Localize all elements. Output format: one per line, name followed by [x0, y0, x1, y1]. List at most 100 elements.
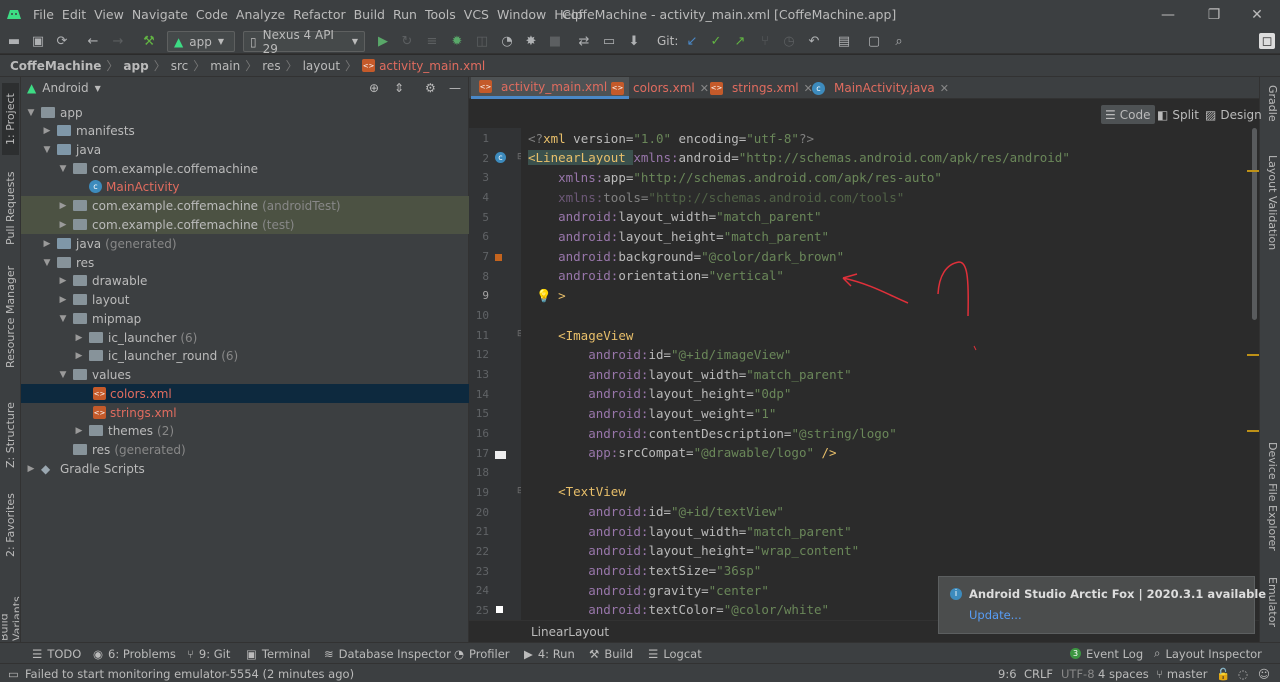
tab-run[interactable]: ▶ 4: Run	[524, 643, 575, 664]
chevron-right-icon[interactable]: ▶	[73, 351, 85, 361]
warning-marker[interactable]	[1247, 354, 1259, 356]
tab-colors-xml[interactable]: <> colors.xml ✕	[603, 77, 717, 99]
tree-item-themes[interactable]: ▶ themes (2)	[21, 421, 469, 440]
lock-icon[interactable]: 🔓	[1216, 664, 1230, 682]
chevron-down-icon[interactable]: ▼	[25, 108, 37, 118]
breadcrumb-src[interactable]: src	[171, 59, 189, 73]
menu-navigate[interactable]: Navigate	[132, 7, 194, 22]
tree-item-app[interactable]: ▼ app	[21, 103, 469, 122]
sync-icon[interactable]: ⟳	[54, 33, 70, 49]
tab-build-variants[interactable]: Build Variants	[2, 577, 19, 641]
breadcrumb-project[interactable]: CoffeMachine	[10, 59, 101, 73]
chevron-right-icon[interactable]: ▶	[41, 239, 53, 249]
status-toggle-icon[interactable]: ▭	[8, 664, 19, 682]
tree-item-java-generated[interactable]: ▶ java (generated)	[21, 234, 469, 253]
chevron-down-icon[interactable]: ▼	[95, 84, 101, 93]
tab-favorites[interactable]: 2: Favorites	[2, 487, 19, 563]
chevron-right-icon[interactable]: ▶	[57, 295, 69, 305]
close-button[interactable]: ✕	[1234, 0, 1280, 29]
profile-icon[interactable]: ◔	[499, 33, 515, 49]
menu-code[interactable]: Code	[196, 7, 234, 22]
tab-pull-requests[interactable]: Pull Requests	[2, 165, 19, 251]
chevron-right-icon[interactable]: ▶	[57, 201, 69, 211]
class-gutter-icon[interactable]: c	[495, 152, 506, 163]
gear-icon[interactable]: ⚙	[425, 81, 436, 95]
code-editor[interactable]: <?xml version="1.0" encoding="utf-8"?> <…	[521, 128, 1249, 620]
attach-debugger-icon[interactable]: ✸	[523, 33, 539, 49]
file-encoding[interactable]: UTF-8	[1061, 664, 1095, 682]
collapse-all-icon[interactable]: ⇕	[394, 81, 404, 95]
hammer-icon[interactable]: ⚒	[141, 33, 157, 49]
run-icon[interactable]: ▶	[375, 33, 391, 49]
memory-indicator-icon[interactable]: ◌	[1238, 664, 1248, 682]
tab-logcat[interactable]: ☰ Logcat	[648, 643, 702, 664]
tree-item-package-androidtest[interactable]: ▶ com.example.coffemachine (androidTest)	[21, 196, 469, 215]
tree-item-values[interactable]: ▼ values	[21, 365, 469, 384]
tree-item-layout[interactable]: ▶ layout	[21, 290, 469, 309]
breadcrumb-layout[interactable]: layout	[303, 59, 340, 73]
breadcrumb-app[interactable]: app	[123, 59, 148, 73]
tree-item-ic-launcher-round[interactable]: ▶ ic_launcher_round (6)	[21, 346, 469, 365]
sync-gradle-icon[interactable]: ⇄	[576, 33, 592, 49]
split-view-button[interactable]: ◧ Split	[1157, 105, 1199, 124]
chevron-right-icon[interactable]: ▶	[73, 333, 85, 343]
tree-item-res-generated[interactable]: res (generated)	[21, 440, 469, 459]
editor-scrollbar[interactable]	[1247, 128, 1259, 620]
color-swatch-icon[interactable]	[495, 254, 502, 261]
menu-build[interactable]: Build	[354, 7, 391, 22]
tab-event-log[interactable]: 3 Event Log	[1070, 643, 1143, 664]
tab-layout-inspector[interactable]: ⌕ Layout Inspector	[1154, 643, 1262, 664]
rollback-icon[interactable]: ↶	[806, 33, 822, 49]
tree-item-ic-launcher[interactable]: ▶ ic_launcher (6)	[21, 328, 469, 347]
git-branch-widget[interactable]: ⑂ master	[1156, 664, 1207, 682]
breadcrumb-file[interactable]: activity_main.xml	[379, 59, 485, 73]
tree-item-java[interactable]: ▼ java	[21, 140, 469, 159]
save-icon[interactable]: ▣	[30, 33, 46, 49]
search-icon[interactable]: ⌕	[891, 33, 907, 49]
locate-icon[interactable]: ⊕	[369, 81, 379, 95]
sdk-manager-icon[interactable]: ⬇	[626, 33, 642, 49]
chevron-right-icon[interactable]: ▶	[57, 276, 69, 286]
chevron-down-icon[interactable]: ▼	[41, 258, 53, 268]
breadcrumb-main[interactable]: main	[210, 59, 240, 73]
tab-emulator[interactable]: Emulator	[1262, 577, 1279, 637]
line-separator[interactable]: CRLF	[1024, 664, 1053, 682]
tab-terminal[interactable]: ▣ Terminal	[246, 643, 310, 664]
tree-item-mainactivity[interactable]: c MainActivity	[21, 177, 469, 196]
user-avatar-icon[interactable]: ◻	[1259, 33, 1275, 49]
git-update-icon[interactable]: ↙	[684, 33, 700, 49]
chevron-down-icon[interactable]: ▼	[41, 145, 53, 155]
chevron-down-icon[interactable]: ▼	[57, 370, 69, 380]
git-branch-icon[interactable]: ⑂	[757, 33, 773, 49]
tree-item-strings-xml[interactable]: <> strings.xml	[21, 403, 469, 422]
tab-device-file-explorer[interactable]: Device File Explorer	[1262, 442, 1279, 572]
stop-icon[interactable]: ■	[547, 33, 563, 49]
avd-manager-icon[interactable]: ▭	[601, 33, 617, 49]
chevron-down-icon[interactable]: ▼	[57, 314, 69, 324]
code-view-button[interactable]: ☰ Code	[1101, 105, 1155, 124]
indent-setting[interactable]: 4 spaces	[1098, 664, 1149, 682]
tab-structure[interactable]: Z: Structure	[2, 395, 19, 475]
menu-view[interactable]: View	[94, 7, 130, 22]
chevron-right-icon[interactable]: ▶	[73, 426, 85, 436]
menu-analyze[interactable]: Analyze	[236, 7, 291, 22]
project-view-mode[interactable]: Android	[42, 81, 88, 95]
tab-layout-validation[interactable]: Layout Validation	[1262, 155, 1279, 255]
minimize-button[interactable]: —	[1145, 0, 1191, 29]
chevron-down-icon[interactable]: ▼	[57, 164, 69, 174]
apply-changes-icon[interactable]: ↻	[399, 33, 415, 49]
tree-item-drawable[interactable]: ▶ drawable	[21, 271, 469, 290]
tab-gradle[interactable]: Gradle	[1262, 85, 1279, 145]
tab-resource-manager[interactable]: Resource Manager	[2, 262, 19, 372]
chevron-right-icon[interactable]: ▶	[57, 220, 69, 230]
warning-marker[interactable]	[1247, 170, 1259, 172]
scrollbar-thumb[interactable]	[1252, 128, 1257, 320]
menu-tools[interactable]: Tools	[425, 7, 462, 22]
status-message[interactable]: Failed to start monitoring emulator-5554…	[25, 664, 354, 682]
back-icon[interactable]: ←	[85, 33, 101, 49]
presentation-icon[interactable]: ▢	[866, 33, 882, 49]
tab-todo[interactable]: ☰ TODO	[32, 643, 81, 664]
tree-item-res[interactable]: ▼ res	[21, 253, 469, 272]
git-commit-icon[interactable]: ✓	[708, 33, 724, 49]
run-config-select[interactable]: ▲ app ▼	[167, 31, 235, 52]
